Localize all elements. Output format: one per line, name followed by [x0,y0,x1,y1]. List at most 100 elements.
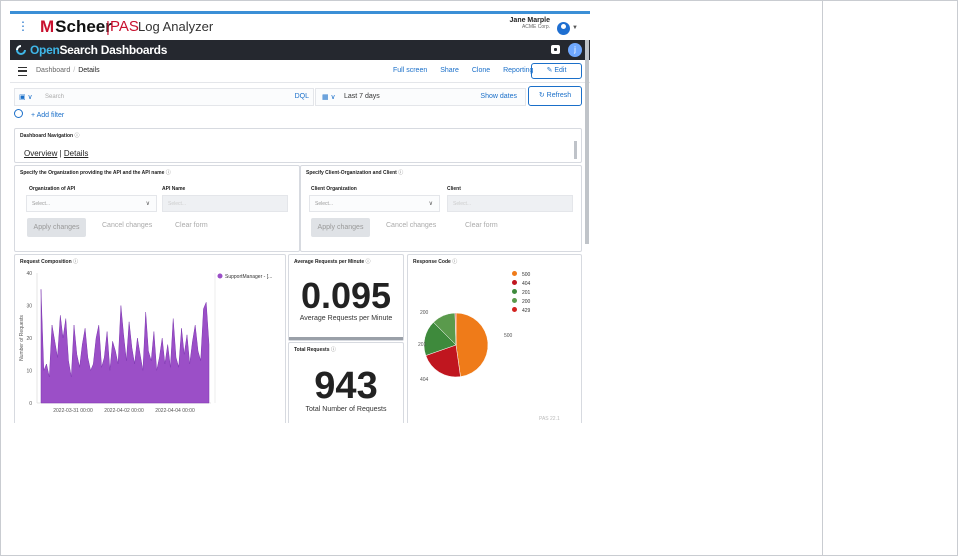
info-icon: ⓘ [452,259,458,265]
user-avatar-icon[interactable] [557,22,570,35]
full-screen-link[interactable]: Full screen [393,67,427,74]
user-menu-button[interactable]: j [568,43,582,57]
legend-label: 429 [522,308,531,314]
client-org-label: Client Organization [311,186,357,192]
avg-requests-value: 0.095 [300,275,392,316]
clone-link[interactable]: Clone [472,67,490,74]
user-org: ACME Corp. [521,24,550,30]
show-dates-link[interactable]: Show dates [480,93,517,100]
kebab-menu-icon[interactable]: ⋮ [17,20,29,32]
pie-slice-label: 200 [420,310,429,316]
breadcrumb-dashboard[interactable]: Dashboard [36,67,70,74]
link-separator: | [59,149,62,158]
panel-scrollbar[interactable] [574,141,577,159]
panel-title: Request Composition ⓘ [20,258,78,265]
panel-title-text: Total Requests [294,347,330,353]
breadcrumb-details: Details [78,67,100,74]
total-requests-value: 943 [314,365,378,407]
legend-dot [512,307,517,312]
dashboard-navigation-panel: Dashboard Navigation ⓘ Overview | Detail… [14,128,582,163]
share-link[interactable]: Share [440,67,459,74]
select-placeholder: Select... [32,201,51,207]
y-tick-label: 30 [26,304,32,310]
legend-label: 404 [522,281,531,287]
area-series-supportmanager [40,289,210,404]
legend-item-429[interactable]: 429 [512,307,530,316]
select-placeholder: Select... [168,201,187,207]
dashboard-nav-bar: Dashboard / Details Full screen Share Clon… [10,60,590,83]
pie-legend: 500 404 201 200 429 [512,271,530,316]
panel-title: Average Requests per Minute ⓘ [294,258,371,265]
response-code-panel: Response Code ⓘ 500 404 201 200 500 404 201 20… [407,254,582,423]
avg-requests-label: Average Requests per Minute [299,315,393,322]
client-select[interactable]: Select... [447,195,573,212]
add-filter-link[interactable]: + Add filter [31,112,64,119]
client-org-select[interactable]: Select... ∨ [309,195,440,212]
client-label: Client [447,186,461,192]
org-api-select[interactable]: Select... ∨ [26,195,157,212]
legend-item-200[interactable]: 200 [512,298,530,307]
search-placeholder: Search [45,94,65,100]
panel-title-text: Specify Client-Organization and Client [306,170,397,176]
pie-slice-label: 201 [418,342,427,348]
total-requests-panel: Total Requests ⓘ 943 Total Number of Req… [288,342,404,423]
overview-link[interactable]: Overview [24,149,57,158]
app-title: Log Analyzer [138,19,214,34]
details-link[interactable]: Details [64,149,88,158]
top-nav-links: Full screen Share Clone Reporting [393,67,544,74]
panel-title-text: Specify the Organization providing the A… [20,170,165,176]
api-name-select[interactable]: Select... [162,195,288,212]
calendar-icon[interactable]: ▦ ∨ [322,93,336,101]
dashboard-links: Overview | Details [24,149,88,158]
date-picker[interactable]: ▦ ∨ Last 7 days Show dates [315,88,526,106]
page-scrollbar[interactable] [585,40,589,244]
scheer-logo: MScheer [40,17,112,37]
cancel-changes-button[interactable]: Cancel changes [102,222,152,229]
saved-query-icon[interactable]: ▣ ∨ [19,93,33,101]
edit-button-label: Edit [554,67,567,74]
refresh-button[interactable]: ↻ Refresh [528,86,582,106]
opensearch-header: OpenSearch Dashboards j [10,40,590,60]
panel-title-text: Dashboard Navigation [20,133,74,139]
legend-label: 200 [522,299,531,305]
api-name-label: API Name [162,186,186,192]
hamburger-menu-icon[interactable] [18,67,27,76]
version-label: PAS 22.1 [539,416,560,422]
apply-changes-button[interactable]: Apply changes [311,218,370,237]
panel-divider [822,0,823,556]
info-icon: ⓘ [398,170,404,176]
y-tick-label: 20 [26,336,32,342]
brand-sub: PAS [110,18,139,35]
legend-item-500[interactable]: 500 [512,271,530,280]
filter-options-icon[interactable] [14,109,23,118]
info-icon: ⓘ [330,347,336,353]
pie-slice-label: 404 [420,377,429,383]
legend-dot [512,298,517,303]
panel-scrollbar[interactable] [289,337,403,340]
chevron-down-icon[interactable]: ▼ [572,25,578,31]
opensearch-title-rest: Search Dashboards [59,43,168,57]
scheer-mark-icon: M [40,17,55,36]
apply-changes-button[interactable]: Apply changes [27,218,86,237]
search-input[interactable]: ▣ ∨ Search DQL [14,88,314,106]
clear-form-button[interactable]: Clear form [175,222,208,229]
user-info[interactable]: Jane Marple ACME Corp. [510,17,550,30]
clear-form-button[interactable]: Clear form [465,222,498,229]
reporting-link[interactable]: Reporting [503,67,533,74]
y-axis-label: Number of Requests [19,315,25,361]
request-area-chart[interactable]: 0 10 20 30 40 Number of Requests 2022-03-31 00… [15,265,285,423]
edit-button[interactable]: ✎ Edit [531,63,582,79]
dql-toggle[interactable]: DQL [295,93,309,100]
legend-item-404[interactable]: 404 [512,280,530,289]
cancel-changes-button[interactable]: Cancel changes [386,222,436,229]
legend-label: 500 [522,272,531,278]
info-icon: ⓘ [74,133,80,139]
filter-row: + Add filter [14,109,64,119]
legend-item-201[interactable]: 201 [512,289,530,298]
brand-logo-text: Scheer [55,17,112,36]
opensearch-logo-icon [16,45,26,55]
total-requests-label: Total Number of Requests [305,406,387,413]
opensearch-title-open: Open [30,43,60,57]
brand-header: ⋮ MScheer | PAS Log Analyzer Jane Marple… [10,14,590,41]
help-icon[interactable] [551,45,560,54]
